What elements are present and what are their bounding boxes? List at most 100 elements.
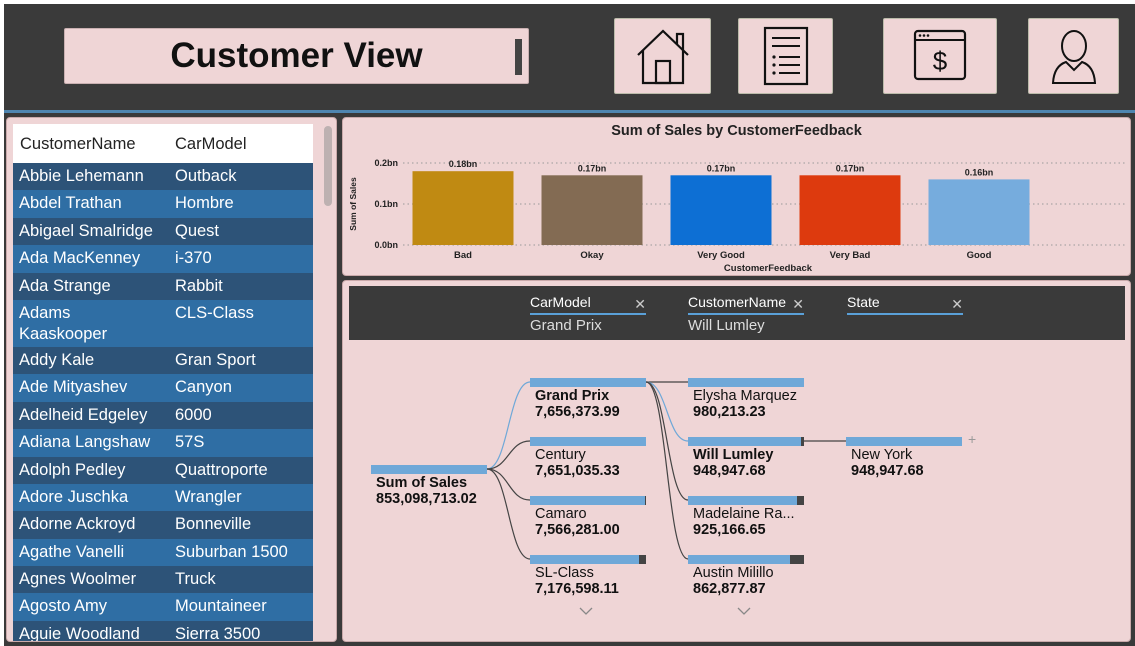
home-icon xyxy=(636,29,689,85)
bar-bad xyxy=(412,171,514,245)
table-row[interactable]: Adelheid Edgeley 6000 xyxy=(13,401,313,430)
table-row[interactable]: Adams Kaaskooper CLS-Class xyxy=(13,299,313,347)
connector-level1-level2 xyxy=(645,381,689,442)
app-window: Customer View $ CustomerName CarModel Ab… xyxy=(4,4,1135,646)
cell-customername: Ada Strange xyxy=(19,276,111,295)
cell-carmodel: Quattroporte xyxy=(175,460,268,479)
bar-data-label: 0.16bn xyxy=(965,167,994,177)
node-value: 7,566,281.00 xyxy=(535,522,620,538)
expand-plus-icon[interactable]: + xyxy=(968,431,976,447)
cell-carmodel: i-370 xyxy=(175,249,212,268)
cell-customername: Agathe Vanelli xyxy=(19,542,125,561)
bar-data-label: 0.17bn xyxy=(707,163,736,173)
sales-by-feedback-chart: Sum of Sales by CustomerFeedback 0.0bn 0.… xyxy=(342,117,1131,276)
billing-button[interactable]: $ xyxy=(883,18,997,94)
node-bar xyxy=(530,378,646,387)
table-row[interactable]: Abdel Trathan Hombre xyxy=(13,190,313,218)
table-row[interactable]: Agathe Vanelli Suburban 1500 xyxy=(13,538,313,567)
top-bar: Customer View $ xyxy=(4,4,1135,110)
node-bar xyxy=(688,378,804,387)
node-label: Will Lumley xyxy=(693,447,774,463)
node-label: Camaro xyxy=(535,506,587,522)
node-bar-remainder xyxy=(801,437,804,446)
node-label: Austin Milillo xyxy=(693,565,774,581)
table-row[interactable]: Abbie Lehemann Outback xyxy=(13,163,313,191)
svg-text:$: $ xyxy=(933,46,948,76)
table-row[interactable]: Adiana Langshaw 57S xyxy=(13,429,313,457)
chart-canvas: 0.0bn 0.1bn 0.2bn Sum of Sales 0.18bn Bad 0.17… xyxy=(348,158,1125,274)
report-list-icon xyxy=(763,26,808,86)
node-bar xyxy=(688,555,790,564)
node-bar xyxy=(688,437,801,446)
node-value: 948,947.68 xyxy=(851,463,924,479)
node-value: 7,651,035.33 xyxy=(535,463,620,479)
table-row[interactable]: Ada Strange Rabbit xyxy=(13,272,313,300)
table-row[interactable]: Adore Juschka Wrangler xyxy=(13,483,313,512)
report-list-button[interactable] xyxy=(738,18,833,94)
table-row[interactable]: Adolph Pedley Quattroporte xyxy=(13,456,313,484)
node-value: 7,176,598.11 xyxy=(535,581,619,597)
cell-carmodel: Hombre xyxy=(175,194,234,213)
cell-carmodel: Mountaineer xyxy=(175,597,267,616)
table-scrollbar[interactable] xyxy=(324,126,332,206)
table-row[interactable]: Abigael Smalridge Quest xyxy=(13,217,313,246)
table-row[interactable]: Ade Mityashev Canyon xyxy=(13,374,313,402)
bar-data-label: 0.17bn xyxy=(578,163,607,173)
home-button[interactable] xyxy=(614,18,711,94)
x-tick-label: Good xyxy=(967,250,992,261)
cell-carmodel: Canyon xyxy=(175,378,232,397)
x-tick-label: Very Bad xyxy=(830,250,871,261)
cell-carmodel: 57S xyxy=(175,433,205,452)
level2-scroll-down-icon[interactable] xyxy=(737,603,751,621)
x-tick-label: Very Good xyxy=(697,250,745,261)
y-tick-label: 0.0bn xyxy=(374,240,398,250)
table-row[interactable]: Addy Kale Gran Sport xyxy=(13,346,313,375)
node-label: SL-Class xyxy=(535,565,594,581)
cell-carmodel: Rabbit xyxy=(175,276,223,295)
bar-good xyxy=(928,179,1030,245)
cell-customername: Adelheid Edgeley xyxy=(19,405,148,424)
node-label: New York xyxy=(851,447,913,463)
table-row[interactable]: Adorne Ackroyd Bonneville xyxy=(13,511,313,539)
cell-customername: Adolph Pedley xyxy=(19,460,126,479)
node-label: Grand Prix xyxy=(535,388,610,404)
cell-customername: Ada MacKenney xyxy=(19,249,141,268)
bar-very-good xyxy=(670,175,772,245)
root-value: 853,098,713.02 xyxy=(376,491,477,507)
node-value: 7,656,373.99 xyxy=(535,404,620,420)
cell-carmodel: 6000 xyxy=(175,405,212,424)
column-header-customername[interactable]: CustomerName xyxy=(20,135,136,154)
y-tick-label: 0.1bn xyxy=(374,199,398,209)
header-divider xyxy=(4,110,1135,113)
bar-data-label: 0.17bn xyxy=(836,163,865,173)
table-row[interactable]: Agosto Amy Mountaineer xyxy=(13,593,313,621)
cell-carmodel: Quest xyxy=(175,221,220,240)
cell-customername: Agnes Woolmer xyxy=(19,570,137,589)
connector-root-level1 xyxy=(486,468,531,560)
cell-carmodel: Sierra 3500 xyxy=(175,624,261,642)
table-row[interactable]: Ada MacKenney i-370 xyxy=(13,245,313,273)
table-row[interactable]: Agnes Woolmer Truck xyxy=(13,566,313,594)
user-profile-button[interactable] xyxy=(1028,18,1119,94)
bar-okay xyxy=(541,175,643,245)
cell-customername: Aguie Woodland xyxy=(19,624,140,642)
cell-carmodel: Truck xyxy=(175,570,216,589)
table-row[interactable]: Aguie Woodland Sierra 3500 xyxy=(13,620,313,642)
column-header-carmodel[interactable]: CarModel xyxy=(175,135,247,154)
node-label: Elysha Marquez xyxy=(693,388,797,404)
cell-carmodel: CLS-Class xyxy=(175,303,254,322)
user-profile-icon xyxy=(1051,30,1096,84)
bar-data-label: 0.18bn xyxy=(449,159,478,169)
cell-customername: Abbie Lehemann xyxy=(19,167,144,185)
node-label: Madelaine Ra... xyxy=(693,506,795,522)
table-header: CustomerName CarModel xyxy=(13,124,313,164)
x-tick-label: Bad xyxy=(454,250,472,261)
level1-scroll-down-icon[interactable] xyxy=(579,603,593,621)
node-bar-remainder xyxy=(645,496,646,505)
cell-carmodel: Bonneville xyxy=(175,515,252,534)
connector-level1-level2 xyxy=(645,381,689,560)
node-bar-remainder xyxy=(797,496,804,505)
page-title: Customer View xyxy=(170,36,423,75)
cell-carmodel: Wrangler xyxy=(175,487,242,506)
node-bar xyxy=(846,437,962,446)
